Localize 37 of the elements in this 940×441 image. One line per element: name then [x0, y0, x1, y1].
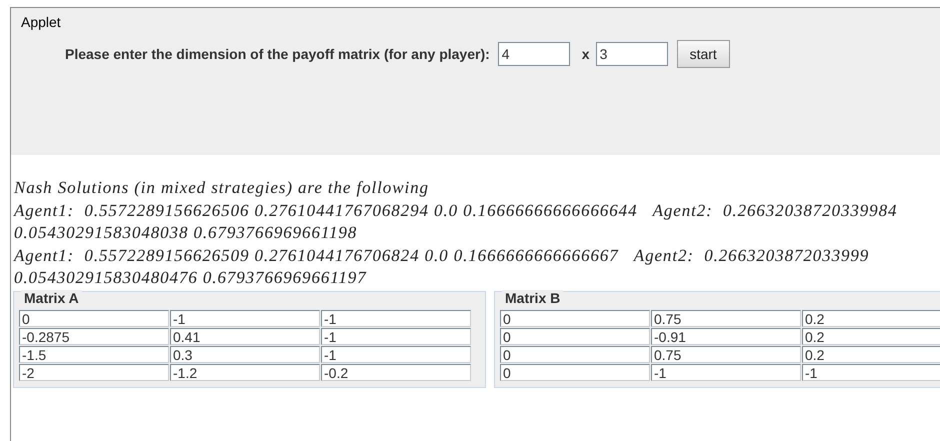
input-field[interactable]: -0.2875	[19, 328, 169, 344]
input-field[interactable]: -1	[170, 310, 320, 326]
input-field[interactable]: -2	[19, 364, 169, 380]
matrix-title: Matrix A	[21, 290, 82, 306]
result-text: Nash Solutions (in mixed strategies) are the following	[13, 177, 430, 199]
input-field[interactable]: 0.2	[802, 346, 940, 362]
input-field[interactable]: 0	[500, 364, 650, 380]
input-field[interactable]: 3	[596, 42, 668, 66]
input-field[interactable]: 0.75	[651, 346, 801, 362]
input-field[interactable]: -1	[321, 310, 471, 326]
input-field[interactable]: -1	[802, 364, 940, 380]
input-field[interactable]: 0	[19, 310, 169, 326]
input-field[interactable]: 0.41	[170, 328, 320, 344]
result-text: 0.054302915830480476 0.6793766969661197	[13, 267, 368, 289]
input-field[interactable]: 0.2	[802, 328, 940, 344]
input-field[interactable]: -1.5	[19, 346, 169, 362]
result-text: Agent1: 0.5572289156626509 0.2761044176706824 0.0 0.1666666666666667 Agent2: 0.2663203872033999	[13, 244, 870, 267]
input-field[interactable]: -1	[321, 328, 471, 344]
input-field[interactable]: -1	[651, 364, 801, 380]
input-field[interactable]: 4	[498, 42, 570, 66]
input-field[interactable]: -0.91	[651, 328, 801, 344]
applet-title: Applet	[20, 13, 62, 30]
input-field[interactable]: -1	[321, 346, 471, 362]
times-label: x	[582, 46, 590, 62]
input-field[interactable]: -1.2	[170, 364, 320, 380]
input-field[interactable]: 0	[500, 310, 650, 326]
input-field[interactable]: 0	[500, 328, 650, 344]
result-text: 0.05430291583048038 0.6793766969661198	[13, 222, 358, 244]
prompt-label: Please enter the dimension of the payoff matrix (for any player):	[65, 46, 490, 62]
input-field[interactable]: 0.3	[170, 346, 320, 362]
input-field[interactable]: 0	[500, 346, 650, 362]
input-field[interactable]: -0.2	[321, 364, 471, 380]
result-text: Agent1: 0.5572289156626506 0.27610441767068294 0.0 0.16666666666666644 Agent2: 0.26632038720339984	[13, 200, 898, 222]
input-field[interactable]: 0.2	[802, 310, 940, 326]
start-button[interactable]: start	[676, 40, 730, 68]
input-field[interactable]: 0.75	[651, 310, 801, 326]
matrix-title: Matrix B	[502, 290, 564, 306]
